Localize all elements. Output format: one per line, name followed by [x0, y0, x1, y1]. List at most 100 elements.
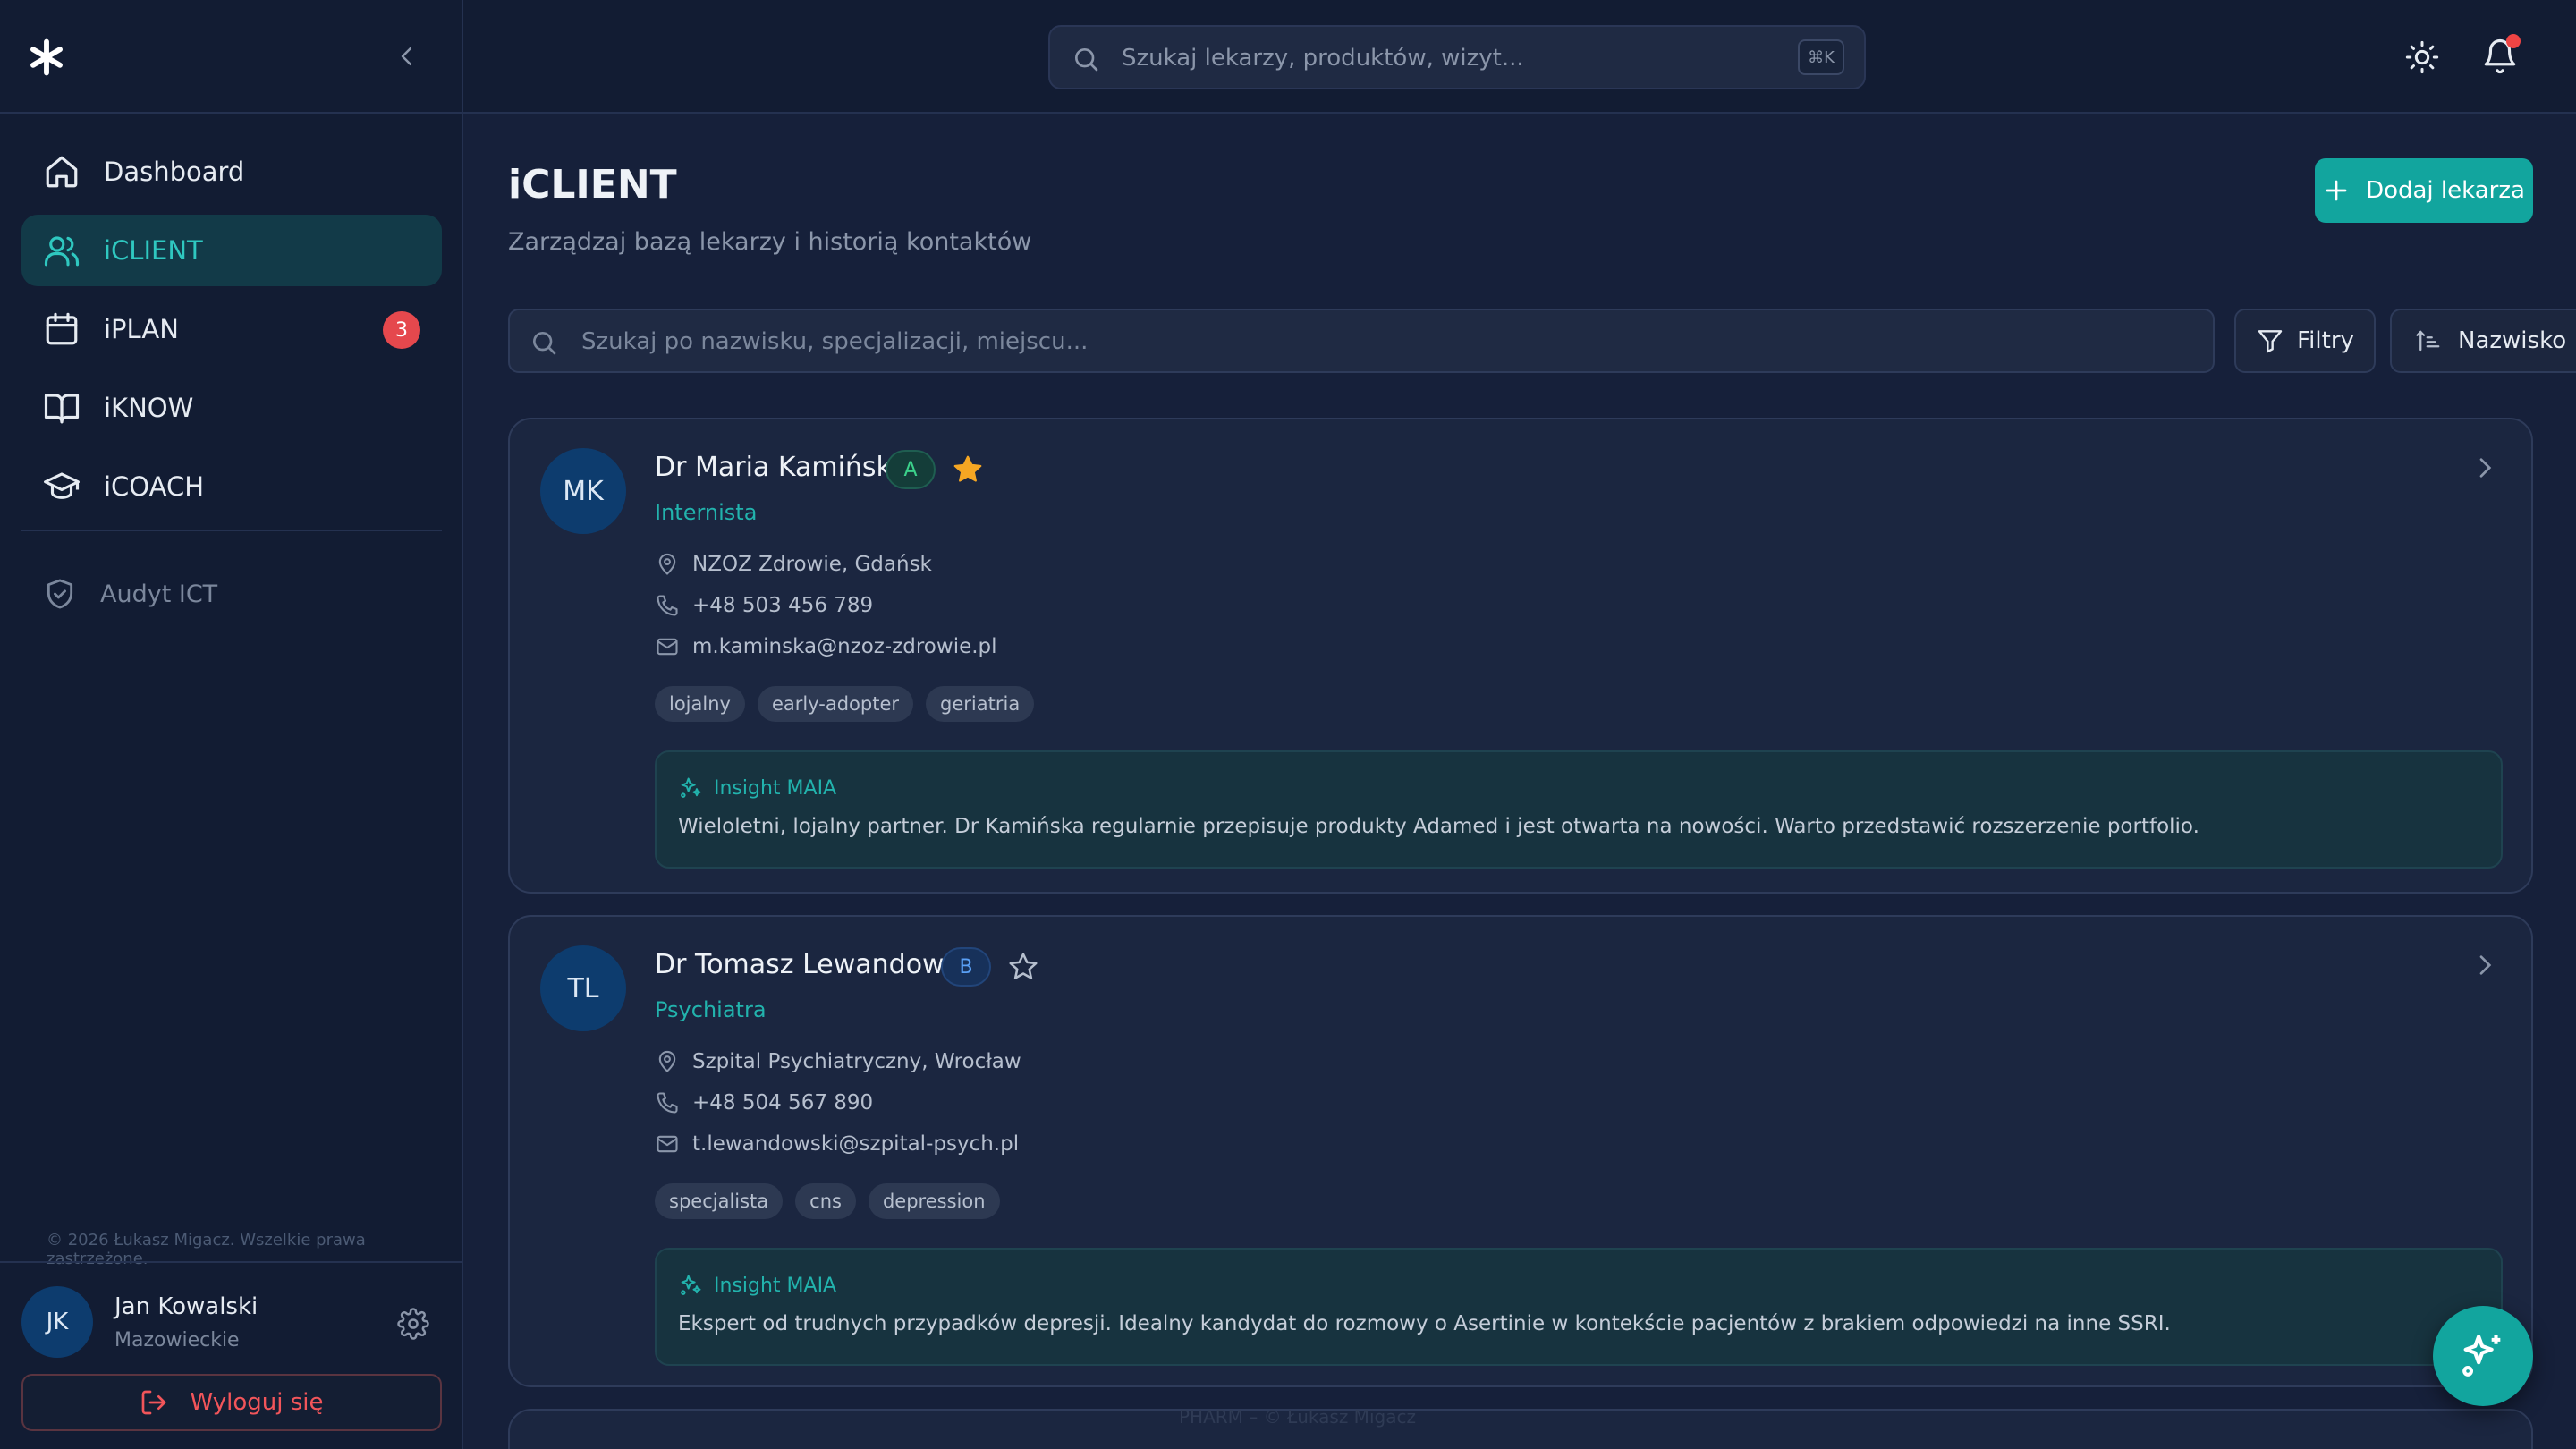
doctor-grade-badge: A	[886, 450, 936, 489]
sparkles-icon	[681, 1275, 701, 1295]
insight-label: Insight MAIA	[714, 776, 837, 800]
calendar-icon	[46, 312, 78, 345]
sidebar-header	[0, 0, 462, 114]
sidebar-nav: Dashboard iCLIENT iPLAN 3 iKNOW iCOACH	[21, 136, 442, 530]
insight-label: Insight MAIA	[714, 1274, 837, 1297]
user-panel: JK Jan Kowalski Mazowieckie Wyloguj się	[0, 1261, 463, 1449]
mail-icon	[657, 638, 678, 656]
tag: early-adopter	[757, 686, 914, 722]
doctor-email[interactable]: t.lewandowski@szpital-psych.pl	[692, 1132, 1019, 1156]
phone-icon	[657, 1092, 678, 1114]
user-avatar: JK	[21, 1286, 93, 1358]
sidebar-item-dashboard[interactable]: Dashboard	[21, 136, 442, 208]
doctor-email[interactable]: m.kaminska@nzoz-zdrowie.pl	[692, 635, 997, 658]
sun-icon[interactable]	[2404, 39, 2440, 75]
sidebar-item-label: iCLIENT	[104, 235, 203, 266]
book-icon	[44, 394, 80, 424]
logout-icon	[142, 1390, 166, 1415]
chevron-right-icon[interactable]	[2470, 453, 2499, 482]
filters-button[interactable]: Filtry	[2234, 309, 2376, 373]
sidebar-item-label: iPLAN	[104, 314, 179, 344]
doctor-tags: lojalny early-adopter geriatria	[655, 686, 1046, 722]
sidebar-divider	[21, 530, 442, 531]
doctor-avatar: TL	[540, 945, 626, 1031]
logout-label: Wyloguj się	[190, 1389, 324, 1416]
doctor-grade-badge: B	[941, 947, 991, 987]
doctor-tags: specjalista cns depression	[655, 1183, 1013, 1219]
insight-text: Ekspert od trudnych przypadków depresji.…	[678, 1312, 2171, 1335]
sidebar-item-label: iCOACH	[104, 471, 205, 502]
tag: lojalny	[655, 686, 745, 722]
graduation-cap-icon	[44, 472, 80, 499]
sidebar-item-label: Dashboard	[104, 157, 245, 187]
home-icon	[46, 156, 78, 188]
maia-insight-box: Insight MAIA Wieloletni, lojalny partner…	[655, 750, 2503, 869]
sidebar: Dashboard iCLIENT iPLAN 3 iKNOW iCOACH A…	[0, 0, 463, 1449]
top-bar: Szukaj lekarzy, produktów, wizyt... ⌘K	[463, 0, 2576, 114]
sidebar-item-iknow[interactable]: iKNOW	[21, 372, 442, 444]
global-search-input[interactable]: Szukaj lekarzy, produktów, wizyt... ⌘K	[1048, 25, 1866, 89]
doctor-phone[interactable]: +48 504 567 890	[692, 1091, 873, 1114]
sort-ascending-icon	[2416, 330, 2440, 352]
ai-assistant-button[interactable]	[2433, 1306, 2533, 1406]
asterisk-logo-icon[interactable]	[27, 38, 66, 77]
search-placeholder: Szukaj po nazwisku, specjalizacji, miejs…	[581, 328, 1089, 355]
doctor-location-row: NZOZ Zdrowie, Gdańsk	[655, 552, 932, 577]
search-icon	[533, 332, 556, 355]
doctor-card[interactable]: TL Dr Tomasz Lewandowski B Psychiatra Sz…	[508, 915, 2533, 1387]
doctor-phone[interactable]: +48 503 456 789	[692, 594, 873, 617]
doctor-avatar: MK	[540, 448, 626, 534]
doctor-card[interactable]: MK Dr Maria Kamińska A Internista NZOZ Z…	[508, 418, 2533, 894]
sidebar-item-iplan[interactable]: iPLAN 3	[21, 293, 442, 365]
star-outline-icon[interactable]	[1007, 951, 1039, 983]
doctor-specialty: Psychiatra	[655, 997, 767, 1022]
maia-insight-box: Insight MAIA Ekspert od trudnych przypad…	[655, 1248, 2503, 1366]
insight-header: Insight MAIA	[678, 775, 836, 801]
insight-text: Wieloletni, lojalny partner. Dr Kamińska…	[678, 815, 2199, 838]
user-name: Jan Kowalski	[114, 1293, 258, 1320]
sparkles-icon	[681, 777, 701, 798]
add-doctor-button[interactable]: Dodaj lekarza	[2315, 158, 2533, 223]
plus-icon	[2326, 180, 2347, 201]
add-doctor-label: Dodaj lekarza	[2366, 177, 2525, 204]
doctor-location: Szpital Psychiatryczny, Wrocław	[692, 1050, 1021, 1073]
gear-icon[interactable]	[397, 1308, 429, 1340]
tag: geriatria	[926, 686, 1035, 722]
phone-icon	[657, 595, 678, 616]
doctor-name: Dr Maria Kamińska	[655, 452, 908, 483]
search-icon	[1075, 48, 1098, 72]
search-placeholder: Szukaj lekarzy, produktów, wizyt...	[1122, 45, 1524, 72]
sidebar-item-label: iKNOW	[104, 393, 194, 423]
doctor-phone-row: +48 503 456 789	[655, 593, 873, 618]
insight-header: Insight MAIA	[678, 1273, 836, 1298]
sidebar-item-icoach[interactable]: iCOACH	[21, 451, 442, 522]
doctor-location: NZOZ Zdrowie, Gdańsk	[692, 553, 932, 576]
doctor-email-row: t.lewandowski@szpital-psych.pl	[655, 1131, 1019, 1157]
star-filled-icon[interactable]	[952, 453, 984, 486]
sidebar-item-iclient[interactable]: iCLIENT	[21, 215, 442, 286]
doctor-email-row: m.kaminska@nzoz-zdrowie.pl	[655, 634, 997, 659]
chevron-left-icon[interactable]	[394, 43, 420, 70]
filter-icon	[2258, 330, 2283, 353]
sparkles-icon	[2462, 1335, 2501, 1377]
logout-button[interactable]: Wyloguj się	[21, 1374, 442, 1431]
main-content: iCLIENT Zarządzaj bazą lekarzy i histori…	[463, 115, 2576, 1449]
map-pin-icon	[658, 553, 676, 575]
sort-select[interactable]: Nazwisko	[2390, 309, 2576, 373]
footer-text: PHARM – © Łukasz Migacz	[1179, 1406, 1416, 1428]
doctor-specialty: Internista	[655, 500, 758, 525]
sidebar-item-audit-ict[interactable]: Audyt ICT	[21, 558, 442, 630]
map-pin-icon	[658, 1050, 676, 1072]
chevron-right-icon[interactable]	[2470, 951, 2499, 979]
tag: depression	[868, 1183, 1000, 1219]
user-region: Mazowieckie	[114, 1329, 240, 1352]
doctor-name: Dr Tomasz Lewandowski	[655, 949, 981, 980]
doctor-location-row: Szpital Psychiatryczny, Wrocław	[655, 1049, 1021, 1074]
doctor-phone-row: +48 504 567 890	[655, 1090, 873, 1115]
page-title: iCLIENT	[508, 162, 677, 208]
doctor-card[interactable]	[508, 1409, 2533, 1449]
shield-check-icon	[47, 579, 73, 609]
filters-label: Filtry	[2297, 327, 2354, 354]
doctor-search-input[interactable]: Szukaj po nazwisku, specjalizacji, miejs…	[508, 309, 2215, 373]
mail-icon	[657, 1135, 678, 1153]
